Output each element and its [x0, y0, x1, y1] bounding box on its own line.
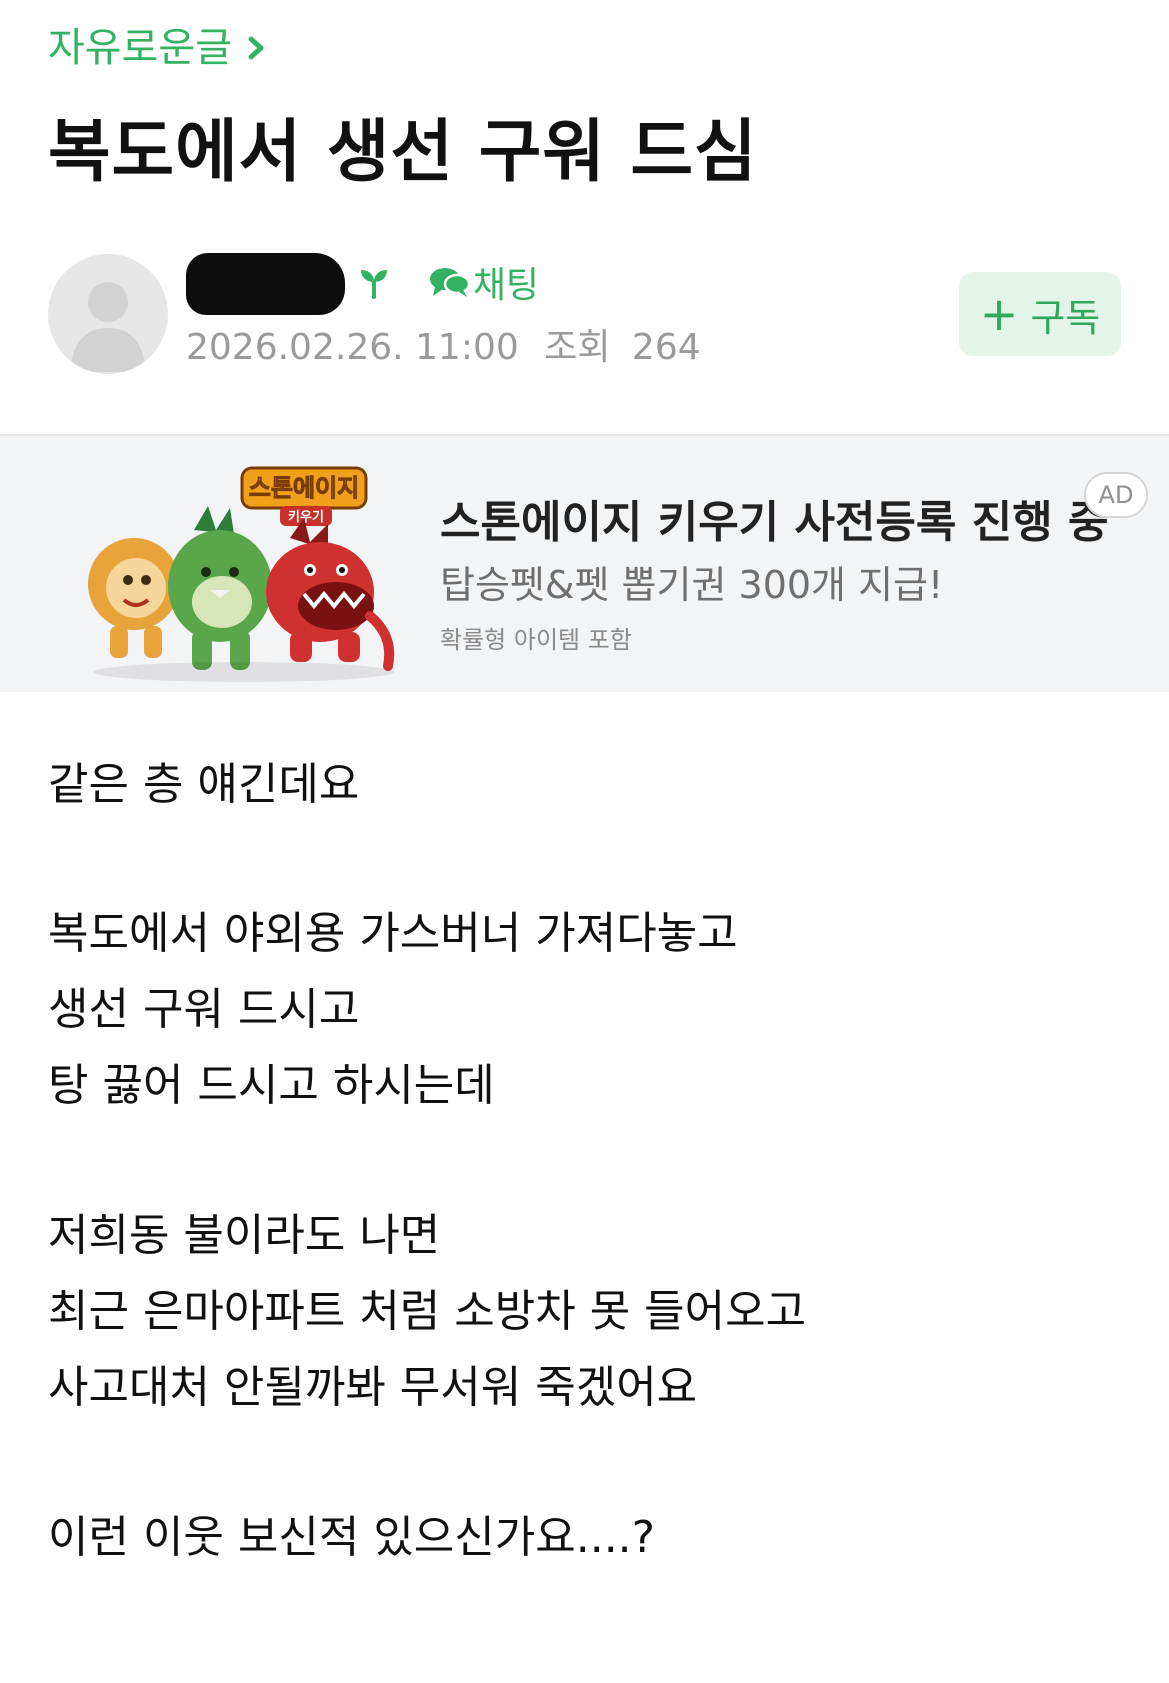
body-line: 이런 이웃 보신적 있으신가요....? — [48, 1512, 656, 1563]
subscribe-button[interactable]: + 구독 — [959, 272, 1121, 356]
chat-button[interactable]: 채팅 — [429, 256, 539, 308]
post-meta: 2026.02.26. 11:00 조회 264 — [186, 318, 701, 370]
post-title: 복도에서 생선 구워 드심 — [48, 113, 758, 192]
post-page: 자유로운글 복도에서 생선 구워 드심 닉네임 채팅 2026.02.26. 1… — [0, 0, 1169, 1683]
chevron-right-icon — [248, 36, 264, 60]
body-line: 생선 구워 드시고 — [48, 984, 360, 1035]
post-date: 2026.02.26. 11:00 — [186, 327, 519, 368]
red-dragon-creature — [266, 518, 395, 671]
body-line: 같은 층 얘긴데요 — [48, 759, 360, 810]
ad-subline[interactable]: 탑승펫&펫 뽑기권 300개 지급! — [440, 554, 943, 609]
views-count: 264 — [631, 327, 701, 368]
dino-creature — [168, 506, 272, 670]
chat-bubble-icon — [429, 268, 471, 297]
ad-banner[interactable]: 스톤에이지 키우기 스톤에이지 키우기 사전등록 진행 중 탑승펫&펫 뽑기권 … — [0, 434, 1169, 692]
game-logo-subtext: 키우기 — [288, 510, 324, 525]
body-line: 저희동 불이라도 나면 — [48, 1210, 441, 1261]
ad-disclaimer: 확률형 아이템 포함 — [440, 626, 632, 654]
ad-badge[interactable]: AD — [1084, 472, 1148, 518]
body-line: 사고대처 안될까봐 무서워 죽겠어요 — [48, 1362, 698, 1413]
author-name-redacted[interactable]: 닉네임 — [186, 253, 345, 315]
subscribe-label: 구독 — [1030, 295, 1101, 340]
sprout-icon — [360, 270, 387, 299]
breadcrumb[interactable]: 자유로운글 — [48, 20, 272, 76]
ad-headline[interactable]: 스톤에이지 키우기 사전등록 진행 중 — [440, 486, 1108, 550]
author-info: 닉네임 채팅 — [186, 253, 539, 315]
avatar[interactable] — [48, 254, 168, 374]
plus-icon: + — [979, 287, 1019, 341]
views-label: 조회 — [544, 327, 611, 368]
game-characters-illustration: 스톤에이지 키우기 — [88, 466, 395, 682]
user-silhouette-icon — [70, 282, 146, 372]
board-name[interactable]: 자유로운글 — [48, 20, 232, 76]
game-logo: 스톤에이지 키우기 — [240, 466, 368, 526]
body-line: 최근 은마아파트 처럼 소방차 못 들어오고 — [48, 1286, 807, 1337]
lion-creature — [88, 538, 180, 658]
game-logo-text: 스톤에이지 — [249, 474, 359, 502]
body-line: 복도에서 야외용 가스버너 가져다놓고 — [48, 908, 738, 959]
body-line: 탕 끓어 드시고 하시는데 — [48, 1060, 495, 1111]
author-row: 닉네임 채팅 2026.02.26. 11:00 조회 264 + 구독 — [48, 253, 1121, 374]
chat-label: 채팅 — [472, 265, 540, 306]
